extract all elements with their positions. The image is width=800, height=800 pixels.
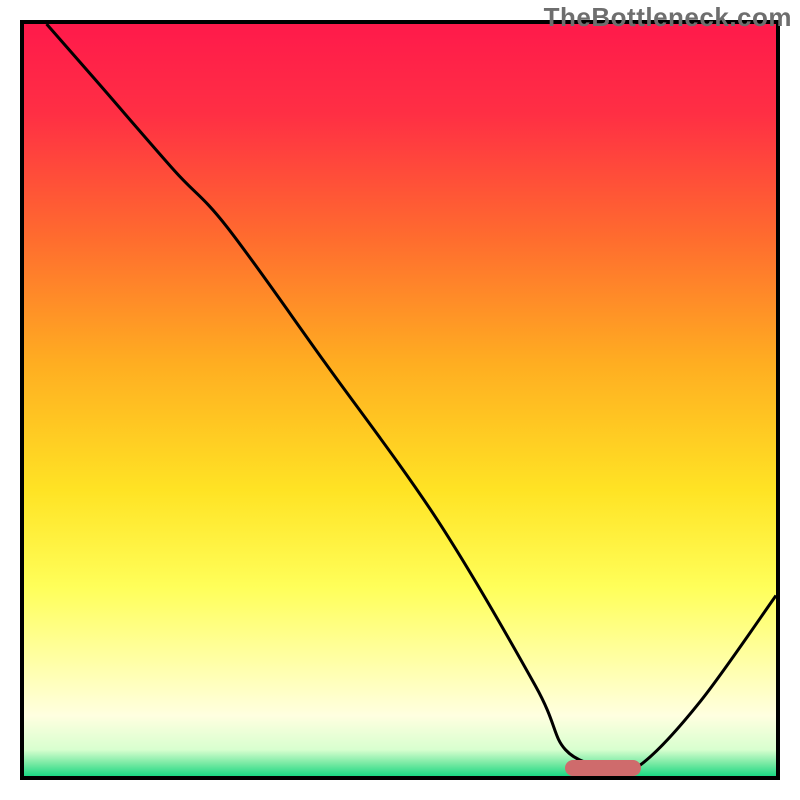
bottleneck-curve [47,24,776,772]
attribution-text: TheBottleneck.com [544,2,792,33]
chart-container: TheBottleneck.com [0,0,800,800]
curve-layer [24,24,776,776]
optimal-range-marker [565,760,640,776]
plot-area [20,20,780,780]
